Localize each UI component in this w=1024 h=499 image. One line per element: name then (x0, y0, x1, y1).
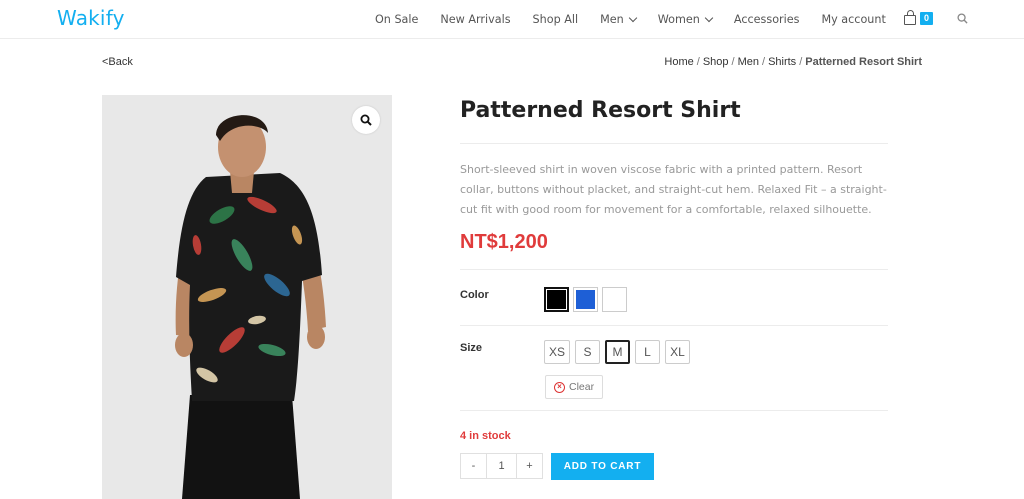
nav-item-on-sale[interactable]: On Sale (375, 13, 418, 26)
color-swatches (544, 287, 631, 312)
divider (460, 325, 888, 326)
nav-item-accessories[interactable]: Accessories (734, 13, 800, 26)
magnifier-icon (360, 114, 372, 126)
color-swatch-fill (605, 290, 624, 309)
color-swatch-white[interactable] (602, 287, 627, 312)
zoom-button[interactable] (352, 106, 380, 134)
nav-item-women[interactable]: Women (657, 13, 714, 26)
nav-item-label: Accessories (733, 13, 800, 26)
quantity-stepper: - 1 + (460, 453, 543, 479)
nav-item-label: Women (657, 13, 700, 26)
breadcrumb-separator: / (762, 56, 766, 68)
quantity-increase-button[interactable]: + (516, 453, 543, 479)
color-swatch-black[interactable] (544, 287, 569, 312)
site-header: Wakify On Sale New Arrivals Shop All Men Wom… (0, 0, 1024, 39)
quantity-input[interactable]: 1 (487, 453, 516, 479)
color-label: Color (460, 289, 489, 301)
size-options: XS S M L XL (544, 340, 695, 364)
product-price: NT$1,200 (460, 231, 548, 253)
nav-item-my-account[interactable]: My account (821, 13, 885, 26)
breadcrumb: Home / Shop / Men / Shirts / Patterned Resort Sh… (664, 56, 922, 68)
cart-count-badge: 0 (920, 12, 934, 25)
nav-item-men[interactable]: Men (600, 13, 638, 26)
nav-item-label: My account (821, 13, 886, 26)
size-option-m[interactable]: M (605, 340, 631, 364)
nav-item-new-arrivals[interactable]: New Arrivals (440, 13, 510, 26)
product-image[interactable] (102, 95, 392, 499)
shopping-bag-icon (904, 10, 916, 25)
clear-icon: × (554, 381, 565, 393)
size-option-xl[interactable]: XL (665, 340, 691, 364)
back-link[interactable]: <Back (102, 56, 133, 68)
product-description: Short-sleeved shirt in woven viscose fab… (460, 163, 887, 216)
breadcrumb-current: Patterned Resort Shirt (805, 56, 922, 68)
color-swatch-blue[interactable] (573, 287, 598, 312)
nav-item-label: Men (600, 13, 624, 26)
size-option-s[interactable]: S (575, 340, 601, 364)
product-title: Patterned Resort Shirt (460, 98, 741, 123)
size-label: Size (460, 342, 483, 354)
site-logo[interactable]: Wakify (57, 6, 125, 30)
size-option-l[interactable]: L (635, 340, 661, 364)
nav-item-label: Shop All (532, 13, 579, 26)
add-to-cart-button[interactable]: ADD TO CART (551, 453, 654, 480)
nav-item-shop-all[interactable]: Shop All (533, 13, 579, 26)
search-icon[interactable] (957, 13, 968, 24)
chevron-down-icon (628, 13, 638, 22)
color-swatch-fill (576, 290, 595, 309)
nav-item-label: On Sale (375, 13, 419, 26)
size-option-xs[interactable]: XS (544, 340, 571, 364)
breadcrumb-separator: / (799, 56, 803, 68)
breadcrumb-link-home[interactable]: Home (664, 56, 693, 68)
breadcrumb-separator: / (731, 56, 735, 68)
quantity-decrease-button[interactable]: - (460, 453, 487, 479)
divider (460, 410, 888, 411)
nav-item-label: New Arrivals (440, 13, 511, 26)
breadcrumb-link-shop[interactable]: Shop (703, 56, 729, 68)
divider (460, 269, 888, 270)
clear-selection-button[interactable]: × Clear (545, 375, 604, 399)
breadcrumb-link-shirts[interactable]: Shirts (768, 56, 796, 68)
color-swatch-fill (547, 290, 566, 309)
breadcrumb-separator: / (696, 56, 700, 68)
clear-label: Clear (569, 381, 595, 393)
main-nav: On Sale New Arrivals Shop All Men Women Acces… (364, 0, 897, 39)
model-photo (102, 95, 392, 499)
stock-status: 4 in stock (460, 430, 511, 442)
chevron-down-icon (704, 13, 714, 22)
divider (460, 143, 888, 144)
cart-button[interactable]: 0 (904, 10, 934, 25)
breadcrumb-link-men[interactable]: Men (738, 56, 759, 68)
